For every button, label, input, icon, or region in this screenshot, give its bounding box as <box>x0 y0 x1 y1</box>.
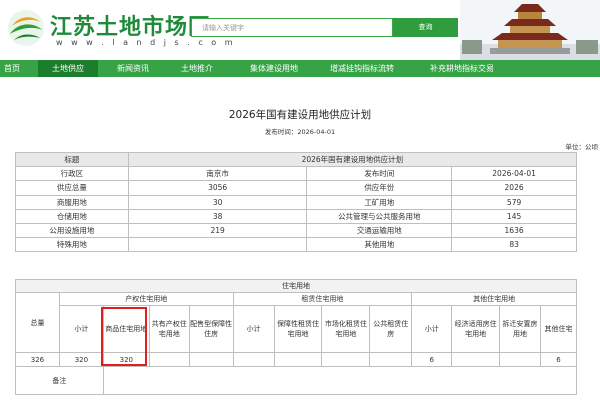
remark-label-cell: 备注 <box>15 366 104 395</box>
highlight-box <box>101 307 147 366</box>
table-cell: 2026 <box>451 180 577 196</box>
nav-item-land-supply[interactable]: 土地供应 <box>38 60 98 77</box>
housing-title-cell: 住宅用地 <box>15 279 577 293</box>
value-cell <box>499 352 541 367</box>
table-cell: 南京市 <box>127 166 308 182</box>
subhead-cell: 小计 <box>232 305 275 353</box>
value-cell: 326 <box>15 352 60 367</box>
nav-item-quota-transfer[interactable]: 增减挂钩指标流转 <box>318 60 406 77</box>
value-cell <box>321 352 371 367</box>
group-header-cell: 产权住宅用地 <box>58 292 234 306</box>
table-cell: 145 <box>451 208 577 224</box>
value-cell <box>188 352 234 367</box>
table-cell: 1636 <box>451 222 577 239</box>
housing-land-table: 住宅用地 总量 产权住宅用地 租赁住宅用地 其他住宅用地 小计 商品住宅用地 共… <box>15 279 578 395</box>
value-cell <box>232 352 275 367</box>
subhead-cell: 公共租赁住房 <box>369 305 413 353</box>
table-cell: 其他用地 <box>306 237 453 253</box>
table-row: 商服用地 30 工矿用地 579 <box>15 194 577 210</box>
table-cell: 发布时间 <box>306 166 453 182</box>
group-header-cell: 其他住宅用地 <box>411 292 577 306</box>
subhead-cell: 市场化租赁住宅用地 <box>321 305 371 353</box>
table-cell: 2026-04-01 <box>451 166 577 182</box>
tower-banner-image <box>460 0 600 60</box>
nav-item-home[interactable]: 首页 <box>0 60 24 77</box>
table-row: 小计 商品住宅用地 共有产权住宅用地 配售型保障性住房 小计 保障性租赁住宅用地… <box>16 305 577 353</box>
table-cell: 工矿用地 <box>306 194 453 210</box>
table-row: 标题 2026年国有建设用地供应计划 <box>15 151 578 168</box>
table-cell: 供应总量 <box>15 180 129 196</box>
subhead-cell: 其他住宅 <box>540 305 577 353</box>
table-cell: 38 <box>127 208 308 224</box>
table-row: 供应总量 3056 供应年份 2026 <box>15 180 577 196</box>
nav-item-news[interactable]: 新闻资讯 <box>103 60 163 77</box>
total-label-cell: 总量 <box>15 292 60 353</box>
value-cell: 320 <box>58 352 104 367</box>
nav-item-farmland-quota[interactable]: 补充耕地指标交易 <box>418 60 506 77</box>
value-cell <box>451 352 501 367</box>
value-cell: 6 <box>540 352 577 367</box>
table-cell: 2026年国有建设用地供应计划 <box>127 151 578 168</box>
value-cell: 6 <box>411 352 453 367</box>
main-nav: 首页 土地供应 新闻资讯 土地推介 集体建设用地 增减挂钩指标流转 补充耕地指标… <box>0 60 600 77</box>
table-cell: 公用设施用地 <box>15 222 129 239</box>
table-cell: 公共管理与公共服务用地 <box>306 208 453 224</box>
table-cell: 交通运输用地 <box>306 222 453 239</box>
table-cell: 仓储用地 <box>15 208 129 224</box>
table-cell: 579 <box>451 194 577 210</box>
site-title[interactable]: 江苏土地市场网 <box>50 9 211 41</box>
table-row: 仓储用地 38 公共管理与公共服务用地 145 <box>15 208 577 224</box>
table-cell: 30 <box>127 194 308 210</box>
remark-value-cell <box>102 366 578 395</box>
publish-time: 发布时间：2026-04-01 <box>264 128 336 136</box>
subhead-cell: 拆迁安置房用地 <box>499 305 541 353</box>
nav-item-land-promotion[interactable]: 土地推介 <box>167 60 227 77</box>
subhead-cell: 小计 <box>411 305 453 353</box>
summary-table: 标题 2026年国有建设用地供应计划 行政区 南京市 发布时间 2026-04-… <box>15 151 578 253</box>
table-row: 备注 <box>15 366 578 395</box>
table-cell: 标题 <box>15 151 129 168</box>
page-title: 2026年国有建设用地供应计划 <box>228 109 372 121</box>
search-input[interactable]: 请输入关键字 <box>191 18 393 37</box>
table-row: 行政区 南京市 发布时间 2026-04-01 <box>15 166 577 182</box>
subhead-cell: 保障性租赁住宅用地 <box>273 305 323 353</box>
search-button[interactable]: 查询 <box>393 18 458 37</box>
table-cell: 行政区 <box>15 166 129 182</box>
unit-label: 单位：公顷 <box>565 143 599 151</box>
subhead-cell: 经济适用房住宅用地 <box>451 305 501 353</box>
subhead-cell: 小计 <box>58 305 104 353</box>
table-cell: 特殊用地 <box>15 237 129 253</box>
table-cell: 供应年份 <box>306 180 453 196</box>
table-row: 总量 产权住宅用地 租赁住宅用地 其他住宅用地 <box>15 292 577 353</box>
group-header-cell: 租赁住宅用地 <box>232 292 413 306</box>
value-cell <box>273 352 323 367</box>
table-row: 326 320 320 6 6 <box>15 352 577 367</box>
value-cell <box>148 352 190 367</box>
subhead-cell: 配售型保障性住房 <box>188 305 234 353</box>
table-cell <box>127 237 308 253</box>
value-cell <box>369 352 413 367</box>
subhead-cell: 共有产权住宅用地 <box>148 305 190 353</box>
site-logo-icon[interactable] <box>6 8 46 48</box>
table-cell: 83 <box>451 237 577 253</box>
table-cell: 商服用地 <box>15 194 129 210</box>
table-row: 公用设施用地 219 交通运输用地 1636 <box>15 222 577 239</box>
table-cell: 3056 <box>127 180 308 196</box>
table-row: 住宅用地 <box>15 279 577 293</box>
table-cell: 219 <box>127 222 308 239</box>
site-header: 江苏土地市场网 w w w . l a n d j s . c o m 请输入关… <box>0 0 600 60</box>
nav-item-collective-land[interactable]: 集体建设用地 <box>234 60 314 77</box>
site-url: w w w . l a n d j s . c o m <box>56 38 236 47</box>
table-row: 特殊用地 其他用地 83 <box>15 237 577 253</box>
